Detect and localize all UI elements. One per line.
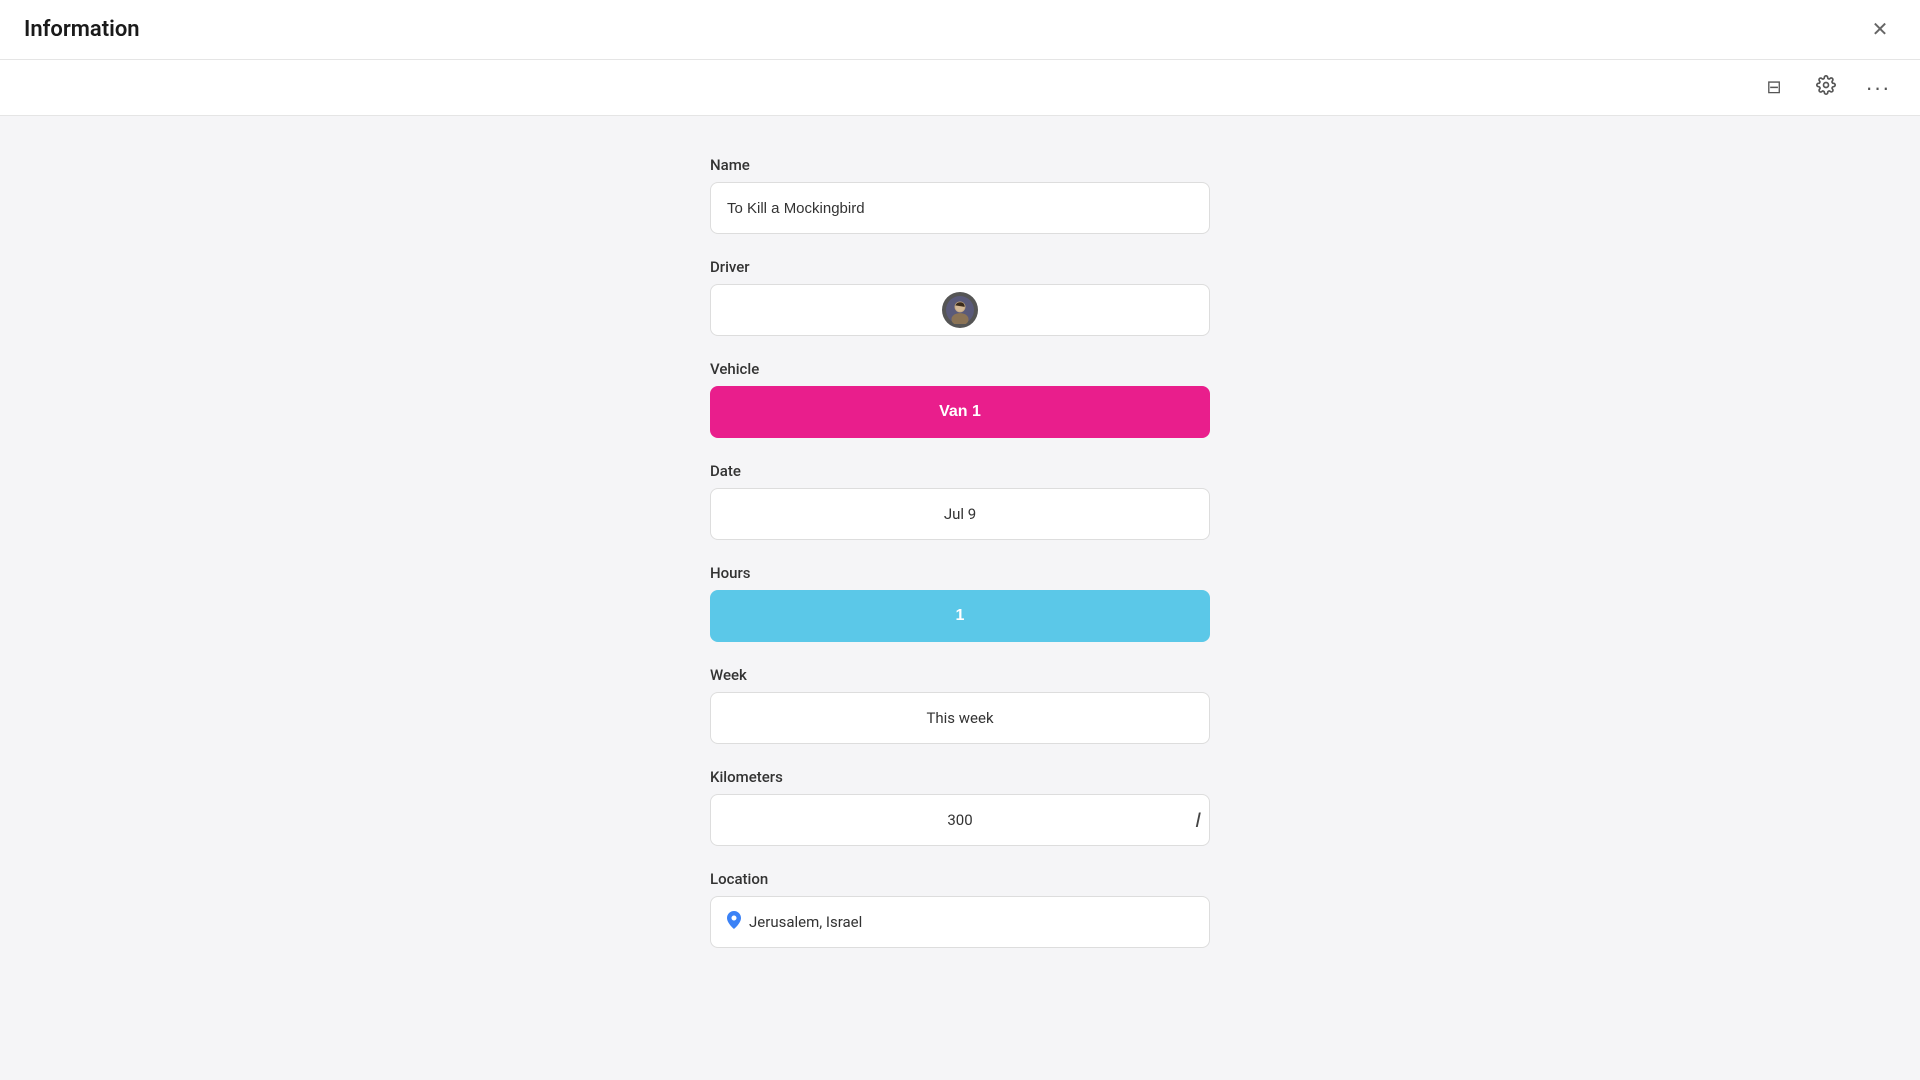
close-button[interactable]: ✕ xyxy=(1864,14,1896,46)
name-label: Name xyxy=(710,156,1210,174)
driver-field-group: Driver xyxy=(710,258,1210,336)
toolbar: ⊟ ··· xyxy=(0,60,1920,116)
date-value: Jul 9 xyxy=(944,505,976,523)
avatar xyxy=(942,292,978,328)
title-bar: Information ✕ xyxy=(0,0,1920,60)
week-field-group: Week This week xyxy=(710,666,1210,744)
hours-button[interactable]: 1 xyxy=(710,590,1210,642)
layout-button[interactable]: ⊟ xyxy=(1756,70,1792,106)
week-value: This week xyxy=(926,709,993,727)
location-label: Location xyxy=(710,870,1210,888)
vehicle-button[interactable]: Van 1 xyxy=(710,386,1210,438)
kilometers-field-group: Kilometers 300 𝐼 xyxy=(710,768,1210,846)
cursor-icon: 𝐼 xyxy=(1195,808,1201,832)
kilometers-field[interactable]: 300 𝐼 xyxy=(710,794,1210,846)
location-value: Jerusalem, Israel xyxy=(749,913,862,931)
location-field-group: Location Jerusalem, Israel xyxy=(710,870,1210,948)
date-label: Date xyxy=(710,462,1210,480)
name-input[interactable] xyxy=(710,182,1210,234)
location-pin-icon xyxy=(727,911,741,933)
content-area: Name Driver xyxy=(0,116,1920,1080)
form-container: Name Driver xyxy=(710,156,1210,1020)
location-field[interactable]: Jerusalem, Israel xyxy=(710,896,1210,948)
driver-label: Driver xyxy=(710,258,1210,276)
layout-icon: ⊟ xyxy=(1766,77,1781,98)
more-button[interactable]: ··· xyxy=(1860,70,1896,106)
vehicle-label: Vehicle xyxy=(710,360,1210,378)
week-field[interactable]: This week xyxy=(710,692,1210,744)
kilometers-value: 300 xyxy=(947,811,972,829)
week-label: Week xyxy=(710,666,1210,684)
date-field[interactable]: Jul 9 xyxy=(710,488,1210,540)
kilometers-label: Kilometers xyxy=(710,768,1210,786)
main-window: Information ✕ ⊟ ··· Name xyxy=(0,0,1920,1080)
name-field-group: Name xyxy=(710,156,1210,234)
hours-field-group: Hours 1 xyxy=(710,564,1210,642)
vehicle-field-group: Vehicle Van 1 xyxy=(710,360,1210,438)
settings-button[interactable] xyxy=(1808,70,1844,106)
hours-label: Hours xyxy=(710,564,1210,582)
window-title: Information xyxy=(24,17,140,42)
driver-field[interactable] xyxy=(710,284,1210,336)
more-icon: ··· xyxy=(1866,75,1891,101)
date-field-group: Date Jul 9 xyxy=(710,462,1210,540)
settings-icon xyxy=(1816,75,1836,100)
